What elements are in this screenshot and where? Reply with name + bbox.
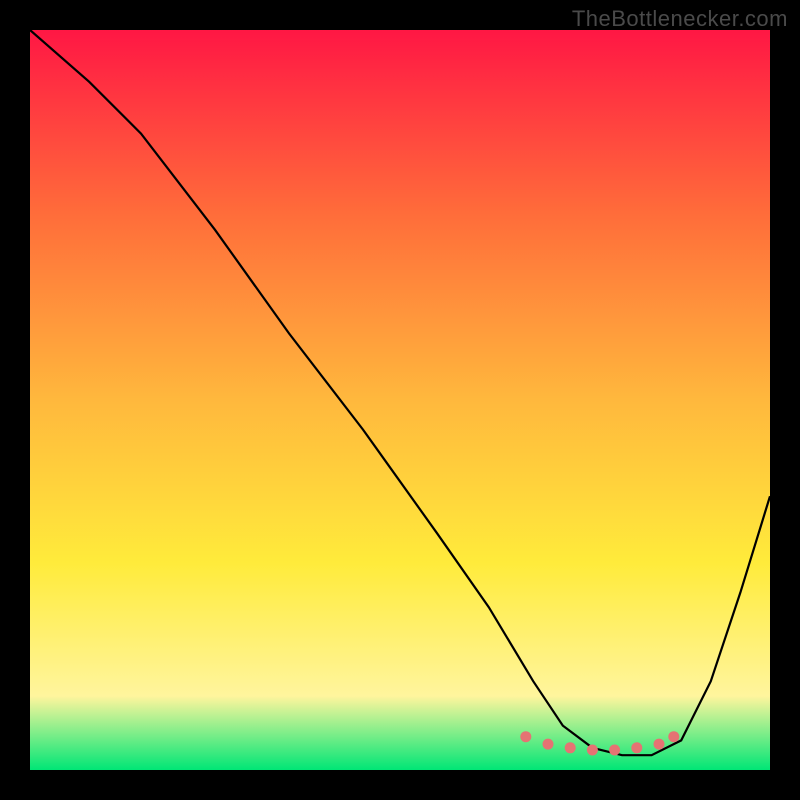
watermark-text: TheBottleneсker.com [572,6,788,32]
chart-area [30,30,770,770]
highlight-dot [565,742,576,753]
highlight-dot [654,739,665,750]
highlight-dot [543,739,554,750]
highlight-dots-group [520,731,679,755]
main-curve-path [30,30,770,755]
highlight-dot [520,731,531,742]
highlight-dot [631,742,642,753]
highlight-dot [668,731,679,742]
curve-overlay [30,30,770,770]
highlight-dot [587,745,598,756]
highlight-dot [609,745,620,756]
